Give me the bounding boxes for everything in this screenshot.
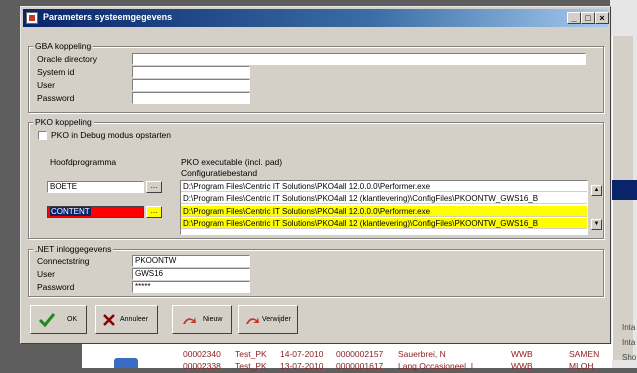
red-x-icon: [103, 314, 115, 326]
background-selection: [612, 180, 637, 190]
row-name: Test_PK: [235, 361, 267, 371]
row-person: Lang Occasioneel, I: [398, 361, 474, 371]
red-arrow-icon: [183, 317, 196, 324]
net-group-label: .NET inloggegevens: [33, 244, 114, 254]
nieuw-button[interactable]: Nieuw: [172, 305, 232, 334]
gba-password-field[interactable]: [132, 92, 250, 104]
side-label: Inta: [622, 323, 636, 332]
net-group: .NET inloggegevens Connectstring PKOONTW…: [28, 244, 604, 297]
connectstring-field[interactable]: PKOONTW: [132, 255, 250, 267]
side-label: Sho: [622, 353, 637, 362]
annuleer-button[interactable]: Annuleer: [95, 305, 158, 334]
gba-user-label: User: [37, 80, 55, 90]
row-id: 00002338: [183, 361, 221, 371]
row-date: 14-07-2010: [280, 349, 324, 359]
config-header: Configuratiebestand: [181, 168, 258, 178]
gba-group-label: GBA koppeling: [33, 41, 94, 51]
row-id: 00002340: [183, 349, 221, 359]
oracle-directory-field[interactable]: [132, 53, 586, 65]
row-status: MLOH: [569, 361, 594, 371]
row-code: WWB: [511, 349, 533, 359]
row-date: 13-07-2010: [280, 361, 324, 371]
net-user-label: User: [37, 269, 55, 279]
ok-button[interactable]: OK: [30, 305, 87, 334]
config-path[interactable]: D:\Program Files\Centric IT Solutions\PK…: [181, 218, 587, 229]
ok-label: OK: [67, 316, 78, 323]
exe-path[interactable]: D:\Program Files\Centric IT Solutions\PK…: [181, 181, 587, 192]
gba-password-label: Password: [37, 93, 75, 103]
row-code: WWB: [511, 361, 533, 371]
browse-button[interactable]: ...: [146, 181, 162, 193]
background-app-icon: [114, 358, 138, 368]
system-id-field[interactable]: [132, 66, 250, 78]
selected-text: CONTENT: [50, 207, 91, 216]
red-arrow-icon: [246, 317, 259, 324]
background-list-row: 00002340 Test_PK 14-07-2010 0000002157 S…: [183, 349, 613, 361]
minimize-button[interactable]: _: [567, 12, 581, 24]
row-number: 0000002157: [336, 349, 384, 359]
background-list-row: 00002338 Test_PK 13-07-2010 0000001617 L…: [183, 361, 613, 373]
row-name: Test_PK: [235, 349, 267, 359]
pko-group: PKO koppeling PKO in Debug modus opstart…: [28, 117, 604, 239]
system-id-label: System id: [37, 67, 75, 77]
side-label: Inta: [622, 338, 636, 347]
green-check-icon: [39, 313, 55, 328]
app-icon: [26, 12, 38, 24]
exe-path[interactable]: D:\Program Files\Centric IT Solutions\PK…: [181, 206, 587, 217]
config-path[interactable]: D:\Program Files\Centric IT Solutions\PK…: [181, 193, 587, 204]
hoofdprogramma-field[interactable]: CONTENT: [47, 206, 144, 218]
close-button[interactable]: ×: [595, 12, 609, 24]
background-selection: [612, 190, 637, 200]
verwijder-button[interactable]: Verwijder: [238, 305, 298, 334]
title-bar[interactable]: Parameters systeemgegevens _ □ ×: [23, 9, 609, 27]
browse-button[interactable]: ...: [146, 206, 162, 218]
parameters-dialog: Parameters systeemgegevens _ □ × GBA kop…: [20, 6, 611, 344]
dialog-title: Parameters systeemgegevens: [43, 12, 173, 22]
debug-mode-label: PKO in Debug modus opstarten: [51, 130, 172, 140]
gba-group: GBA koppeling Oracle directory System id…: [28, 41, 604, 113]
exe-header: PKO executable (incl. pad): [181, 157, 283, 167]
row-person: Sauerbrei, N: [398, 349, 446, 359]
maximize-button[interactable]: □: [581, 12, 595, 24]
background-side-labels: Inta Inta Sho: [622, 320, 637, 368]
scroll-up-button[interactable]: ▲: [591, 185, 602, 196]
nieuw-label: Nieuw: [203, 316, 223, 323]
net-password-label: Password: [37, 282, 75, 292]
hoofdprogramma-header: Hoofdprogramma: [50, 157, 117, 167]
gba-user-field[interactable]: [132, 79, 250, 91]
scroll-down-button[interactable]: ▼: [591, 219, 602, 230]
executable-list[interactable]: D:\Program Files\Centric IT Solutions\PK…: [180, 180, 588, 235]
net-password-field[interactable]: *****: [132, 281, 250, 293]
net-user-field[interactable]: GWS16: [132, 268, 250, 280]
annuleer-label: Annuleer: [120, 316, 149, 323]
connectstring-label: Connectstring: [37, 256, 90, 266]
row-status: SAMEN: [569, 349, 600, 359]
oracle-directory-label: Oracle directory: [37, 54, 97, 64]
verwijder-label: Verwijder: [262, 316, 291, 323]
debug-mode-checkbox[interactable]: [38, 131, 47, 140]
hoofdprogramma-field[interactable]: BOETE: [47, 181, 144, 193]
pko-group-label: PKO koppeling: [33, 117, 94, 127]
row-number: 0000001617: [336, 361, 384, 371]
